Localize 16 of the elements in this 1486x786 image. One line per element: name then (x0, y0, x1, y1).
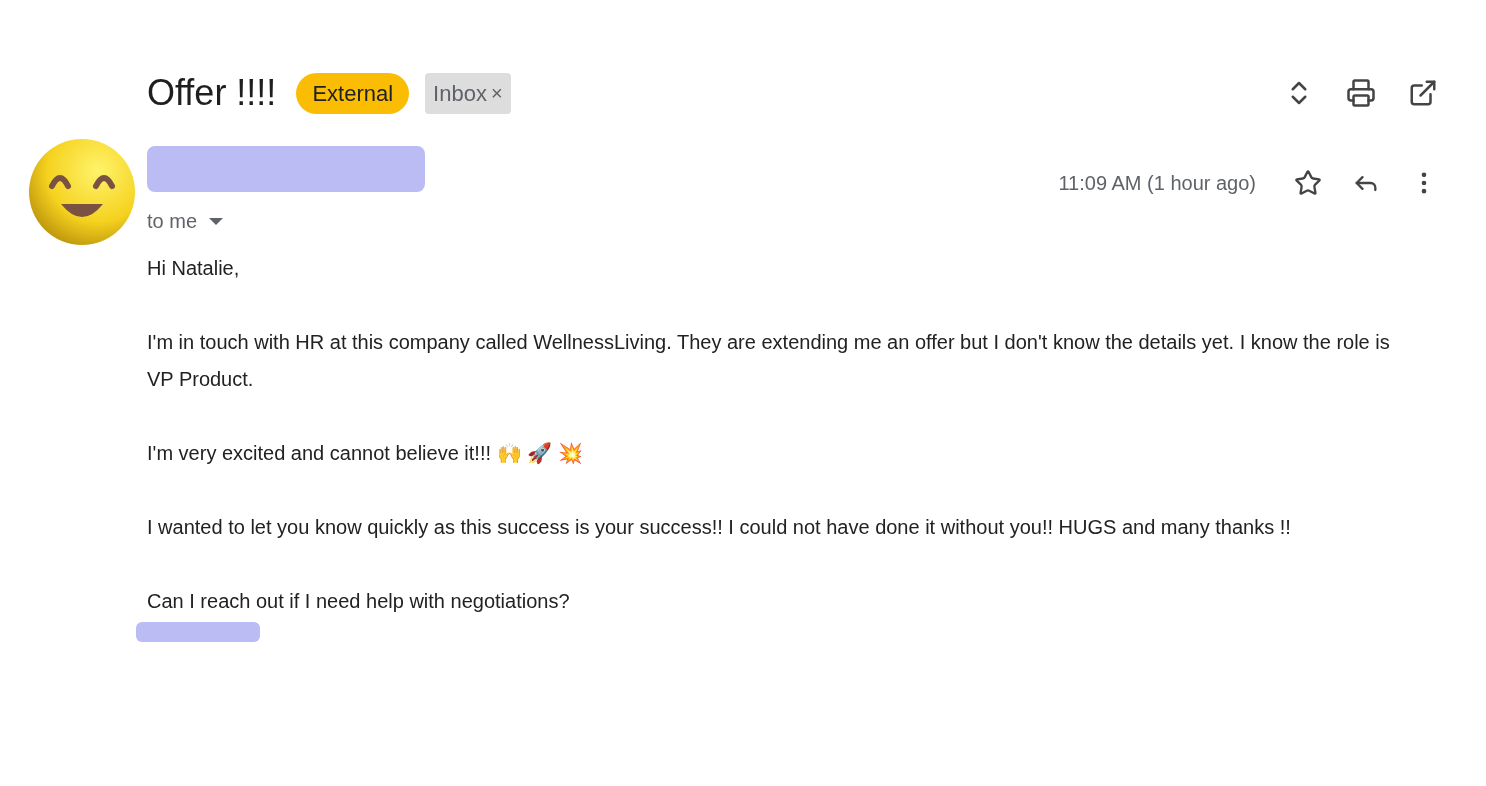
external-label: External (296, 72, 410, 114)
body-paragraph: Can I reach out if I need help with negotiations? (147, 589, 571, 614)
body-paragraph: I'm in touch with HR at this company called WellnessLiving. They are extending me an offer but I don't know the details yet. I know the role is VP Product. (147, 330, 1391, 392)
dropdown-caret-icon[interactable] (209, 217, 224, 225)
body-paragraph: Hi Natalie, (147, 256, 241, 281)
avatar-icon (28, 138, 136, 246)
label-text: Inbox (433, 79, 487, 108)
print-icon[interactable] (1346, 78, 1376, 108)
star-icon[interactable] (1294, 169, 1322, 197)
recipient-text: to me (147, 209, 198, 234)
body-paragraph: I wanted to let you know quickly as this success is your success!! I could not have done it without you!! HUGS and many thanks !! (147, 515, 1292, 540)
remove-label-button[interactable]: × (490, 83, 503, 103)
email-time: 11:09 AM (1 hour ago) (1058, 171, 1256, 196)
email-subject: Offer !!!! (147, 71, 277, 115)
body-paragraph: I'm very excited and cannot believe it!!! 🙌 🚀 💥 (147, 441, 584, 466)
open-new-window-icon[interactable] (1408, 78, 1438, 108)
